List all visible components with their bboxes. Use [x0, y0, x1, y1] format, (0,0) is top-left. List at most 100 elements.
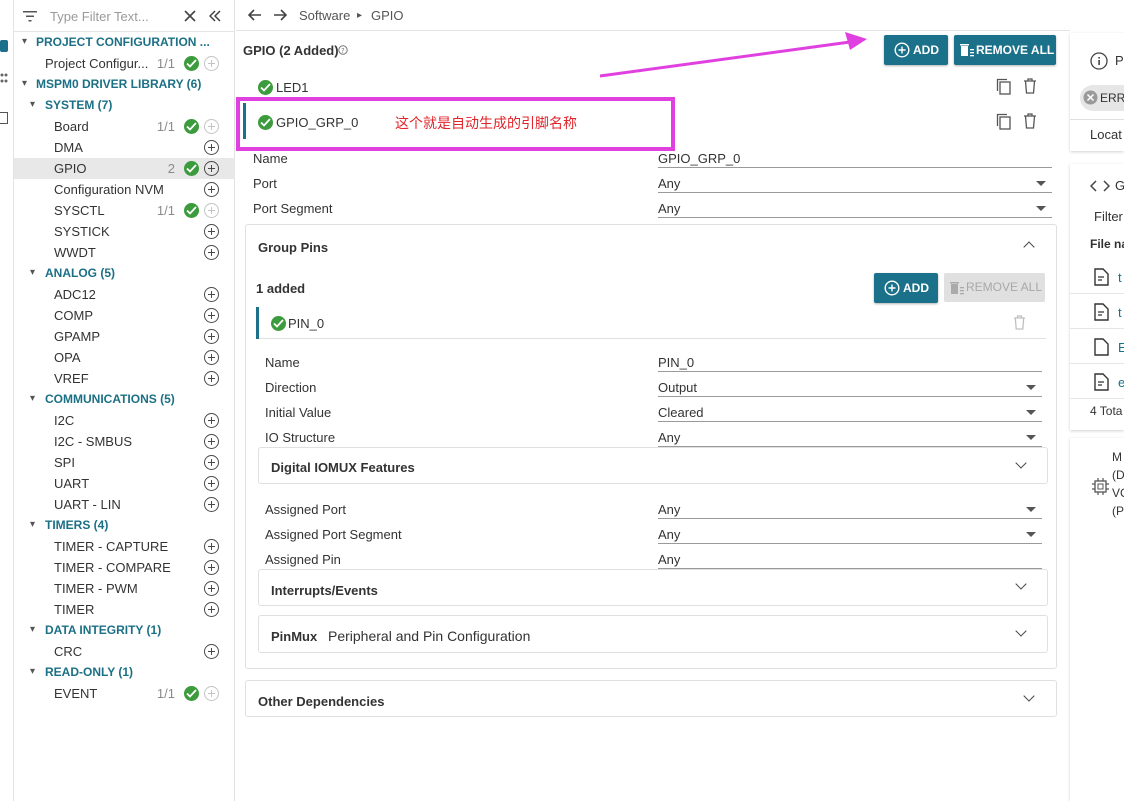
file-name-link[interactable]: t — [1118, 305, 1122, 320]
expand-caret-icon[interactable]: ▾ — [30, 624, 40, 635]
remove-all-button[interactable]: REMOVE ALL — [954, 35, 1056, 65]
expand-caret-icon[interactable]: ▾ — [30, 393, 40, 404]
field-value[interactable]: Any — [658, 527, 680, 542]
add-module-icon[interactable] — [204, 350, 219, 365]
add-module-icon[interactable] — [204, 119, 219, 134]
add-module-icon[interactable] — [204, 371, 219, 386]
field-value[interactable]: Any — [658, 502, 680, 517]
add-pin-button[interactable]: ADD — [874, 273, 938, 303]
expand-chevron-icon[interactable] — [1015, 578, 1027, 590]
add-module-icon[interactable] — [204, 644, 219, 659]
add-module-icon[interactable] — [204, 497, 219, 512]
dropdown-arrow-icon[interactable] — [1026, 507, 1036, 512]
sidebar-item[interactable]: TIMER - CAPTURE — [14, 536, 235, 557]
sidebar-category[interactable]: ▾ PROJECT CONFIGURATION ... — [14, 32, 235, 53]
add-module-icon[interactable] — [204, 560, 219, 575]
iomux-title[interactable]: Digital IOMUX Features — [271, 460, 415, 475]
add-module-icon[interactable] — [204, 539, 219, 554]
pinmux-view-icon[interactable] — [0, 72, 8, 84]
add-module-icon[interactable] — [204, 686, 219, 701]
expand-caret-icon[interactable]: ▾ — [30, 99, 40, 110]
collapse-chevron-icon[interactable] — [1023, 241, 1035, 253]
add-instance-button[interactable]: ADD — [884, 35, 948, 65]
sidebar-category[interactable]: ▾ DATA INTEGRITY (1) — [14, 620, 235, 641]
interrupts-title[interactable]: Interrupts/Events — [271, 583, 378, 598]
collapse-all-icon[interactable] — [209, 10, 221, 22]
error-filter-chip[interactable]: ERR — [1080, 85, 1124, 111]
add-module-icon[interactable] — [204, 581, 219, 596]
add-module-icon[interactable] — [204, 434, 219, 449]
sidebar-item[interactable]: GPIO 2 — [14, 158, 235, 179]
add-module-icon[interactable] — [204, 602, 219, 617]
sidebar-item[interactable]: UART — [14, 473, 235, 494]
sidebar-item[interactable]: UART - LIN — [14, 494, 235, 515]
dropdown-arrow-icon[interactable] — [1036, 181, 1046, 186]
add-module-icon[interactable] — [204, 287, 219, 302]
sidebar-category[interactable]: ▾ MSPM0 DRIVER LIBRARY (6) — [14, 74, 235, 95]
breadcrumb-parent[interactable]: Software — [299, 8, 350, 23]
sidebar-item[interactable]: WWDT — [14, 242, 235, 263]
back-arrow-icon[interactable] — [248, 9, 262, 21]
sidebar-item[interactable]: I2C — [14, 410, 235, 431]
add-module-icon[interactable] — [204, 329, 219, 344]
sidebar-category[interactable]: ▾ ANALOG (5) — [14, 263, 235, 284]
sidebar-category[interactable]: ▾ TIMERS (4) — [14, 515, 235, 536]
dropdown-arrow-icon[interactable] — [1026, 385, 1036, 390]
expand-caret-icon[interactable]: ▾ — [30, 519, 40, 530]
add-module-icon[interactable] — [204, 140, 219, 155]
forward-arrow-icon[interactable] — [273, 9, 287, 21]
dropdown-arrow-icon[interactable] — [1026, 435, 1036, 440]
sidebar-item[interactable]: SYSCTL 1/1 — [14, 200, 235, 221]
sidebar-item[interactable]: COMP — [14, 305, 235, 326]
field-value[interactable]: PIN_0 — [658, 355, 694, 370]
sidebar-category[interactable]: ▾ COMMUNICATIONS (5) — [14, 389, 235, 410]
sidebar-item[interactable]: Board 1/1 — [14, 116, 235, 137]
sidebar-item[interactable]: CRC — [14, 641, 235, 662]
pinmux-title[interactable]: PinMux — [271, 629, 317, 644]
sidebar-item[interactable]: EVENT 1/1 — [14, 683, 235, 704]
sidebar-item[interactable]: Configuration NVM — [14, 179, 235, 200]
sidebar-item[interactable]: SPI — [14, 452, 235, 473]
add-module-icon[interactable] — [204, 413, 219, 428]
file-row[interactable]: t — [1070, 295, 1124, 329]
file-row[interactable]: t — [1070, 260, 1124, 294]
dropdown-arrow-icon[interactable] — [1026, 410, 1036, 415]
field-value[interactable]: Cleared — [658, 405, 704, 420]
sidebar-item[interactable]: DMA — [14, 137, 235, 158]
file-name-link[interactable]: t — [1118, 270, 1122, 285]
field-value[interactable]: Any — [658, 552, 680, 567]
expand-chevron-icon[interactable] — [1015, 625, 1027, 637]
remove-all-pins-button[interactable]: REMOVE ALL — [944, 273, 1045, 302]
file-view-icon[interactable] — [0, 112, 8, 124]
file-row[interactable]: e — [1070, 365, 1124, 399]
other-dependencies-title[interactable]: Other Dependencies — [258, 694, 384, 709]
clear-filter-icon[interactable] — [184, 10, 196, 22]
trash-icon[interactable] — [1023, 78, 1037, 94]
trash-icon[interactable] — [1023, 113, 1037, 129]
expand-caret-icon[interactable]: ▾ — [22, 36, 32, 47]
expand-caret-icon[interactable]: ▾ — [30, 267, 40, 278]
filter-input[interactable]: Type Filter Text... — [50, 9, 149, 24]
field-value[interactable]: Any — [658, 201, 680, 216]
sidebar-item[interactable]: TIMER — [14, 599, 235, 620]
add-module-icon[interactable] — [204, 245, 219, 260]
sidebar-category[interactable]: ▾ SYSTEM (7) — [14, 95, 235, 116]
sidebar-item[interactable]: TIMER - COMPARE — [14, 557, 235, 578]
sidebar-item[interactable]: VREF — [14, 368, 235, 389]
field-value[interactable]: Any — [658, 176, 680, 191]
field-value[interactable]: Any — [658, 430, 680, 445]
expand-chevron-icon[interactable] — [1023, 690, 1035, 702]
add-module-icon[interactable] — [204, 203, 219, 218]
file-name-link[interactable]: e — [1118, 375, 1124, 390]
add-module-icon[interactable] — [204, 455, 219, 470]
add-module-icon[interactable] — [204, 476, 219, 491]
add-module-icon[interactable] — [204, 56, 219, 71]
filter-icon[interactable] — [23, 11, 37, 22]
expand-caret-icon[interactable]: ▾ — [22, 78, 32, 89]
field-value[interactable]: GPIO_GRP_0 — [658, 151, 740, 166]
add-module-icon[interactable] — [204, 161, 219, 176]
group-pins-title[interactable]: Group Pins — [258, 240, 328, 255]
trash-icon[interactable] — [1013, 315, 1026, 330]
dropdown-arrow-icon[interactable] — [1026, 532, 1036, 537]
sidebar-item[interactable]: GPAMP — [14, 326, 235, 347]
